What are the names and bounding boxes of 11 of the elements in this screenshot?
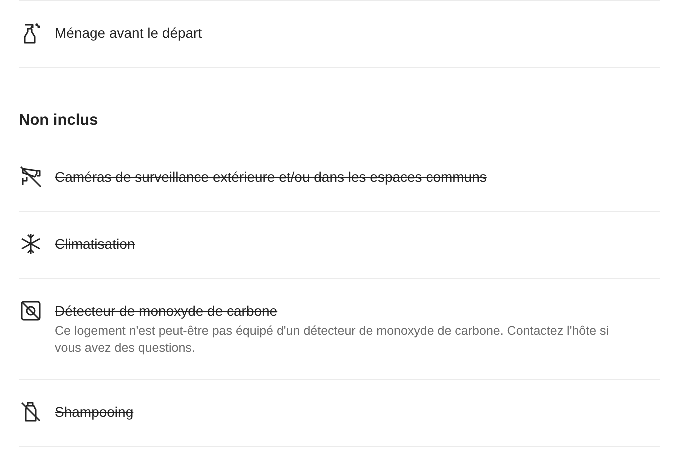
- amenity-label: Caméras de surveillance extérieure et/ou dans les espaces communs: [55, 168, 487, 187]
- bottle-crossed-icon: [19, 400, 43, 424]
- amenity-label: Détecteur de monoxyde de carbone: [55, 302, 279, 321]
- camera-crossed-icon: [19, 165, 43, 189]
- amenity-label: Climatisation: [55, 235, 136, 254]
- snowflake-crossed-icon: [19, 232, 43, 256]
- section-heading: Non inclus: [19, 111, 100, 131]
- amenity-note: Ce logement n'est peut-être pas équipé d'un détecteur de monoxyde de carbone. Contactez l'hôte si vous avez des questions.: [55, 323, 610, 357]
- amenity-label: Shampooing: [55, 403, 134, 422]
- detector-crossed-icon: [19, 299, 43, 323]
- amenity-label: Ménage avant le départ: [55, 24, 202, 43]
